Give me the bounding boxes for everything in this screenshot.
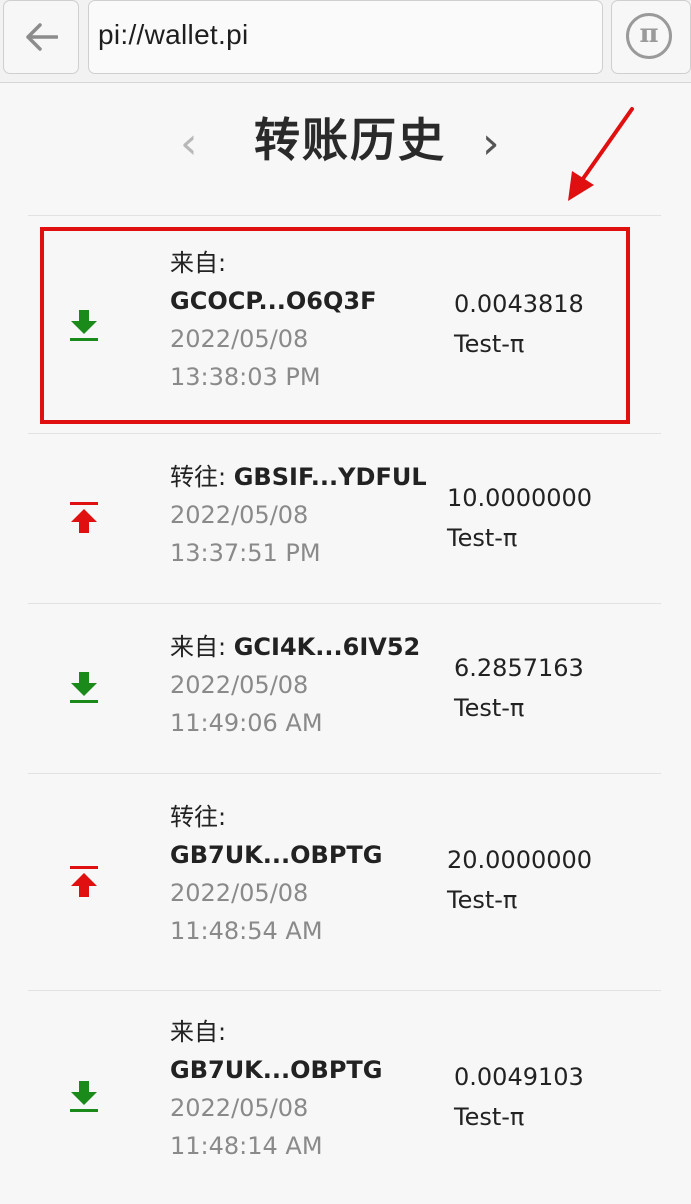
pi-logo-icon: π (626, 13, 672, 59)
prev-page-button[interactable]: ‹ (180, 122, 198, 166)
transaction-row[interactable]: 转往: GB7UK...OBPTG 2022/05/08 11:48:54 AM 20.… (28, 773, 661, 991)
back-arrow-icon (26, 23, 58, 51)
transaction-amount: 20.0000000 Test-π (447, 840, 592, 920)
direction-label: 转往: (170, 803, 227, 831)
url-text: pi://wallet.pi (98, 19, 249, 50)
transaction-row[interactable]: 来自: GCI4K...6IV52 2022/05/08 11:49:06 AM 6.… (28, 603, 661, 774)
direction-label: 来自: (170, 633, 227, 661)
pi-symbol: π (639, 19, 659, 49)
transaction-row[interactable]: 转往: GBSIF...YDFUL 2022/05/08 13:37:51 PM 10… (28, 433, 661, 604)
amount-currency: Test-π (454, 694, 525, 722)
transaction-details: 来自: GB7UK...OBPTG 2022/05/08 11:48:14 AM (170, 1013, 382, 1165)
amount-currency: Test-π (454, 1103, 525, 1131)
wallet-address: GCI4K...6IV52 (233, 633, 421, 661)
back-button[interactable] (3, 0, 79, 74)
download-icon (68, 670, 100, 710)
transaction-date: 2022/05/08 (170, 671, 309, 699)
highlight-box (40, 227, 630, 424)
transaction-date: 2022/05/08 (170, 1094, 309, 1122)
browser-bar: pi://wallet.pi π (0, 0, 691, 83)
amount-currency: Test-π (447, 886, 518, 914)
transaction-amount: 0.0049103 Test-π (454, 1057, 584, 1137)
amount-value: 0.0049103 (454, 1063, 584, 1091)
amount-value: 6.2857163 (454, 654, 584, 682)
address-bar[interactable]: pi://wallet.pi (88, 0, 603, 74)
transaction-time: 13:37:51 PM (170, 539, 321, 567)
wallet-address: GB7UK...OBPTG (170, 1056, 383, 1084)
transaction-details: 转往: GB7UK...OBPTG 2022/05/08 11:48:54 AM (170, 798, 382, 950)
transaction-time: 11:49:06 AM (170, 709, 323, 737)
transaction-amount: 10.0000000 Test-π (447, 478, 592, 558)
annotation-arrow-icon (568, 107, 634, 201)
amount-value: 10.0000000 (447, 484, 593, 512)
download-icon (68, 1079, 100, 1119)
transaction-time: 11:48:54 AM (170, 917, 323, 945)
pi-browser-button[interactable]: π (611, 0, 691, 74)
transaction-row[interactable]: 来自: GB7UK...OBPTG 2022/05/08 11:48:14 AM 0.0… (28, 990, 661, 1204)
transaction-details: 转往: GBSIF...YDFUL 2022/05/08 13:37:51 PM (170, 458, 427, 572)
amount-value: 20.0000000 (447, 846, 593, 874)
transaction-time: 11:48:14 AM (170, 1132, 323, 1160)
upload-icon (68, 864, 100, 904)
upload-icon (68, 500, 100, 540)
transaction-date: 2022/05/08 (170, 501, 309, 529)
direction-label: 来自: (170, 1018, 227, 1046)
wallet-address: GBSIF...YDFUL (233, 463, 427, 491)
page-title: 转账历史 (254, 113, 446, 167)
direction-label: 转往: (170, 463, 227, 491)
wallet-address: GB7UK...OBPTG (170, 841, 383, 869)
transaction-details: 来自: GCI4K...6IV52 2022/05/08 11:49:06 AM (170, 628, 420, 742)
amount-currency: Test-π (447, 524, 518, 552)
next-page-button[interactable]: › (482, 122, 500, 166)
transaction-amount: 6.2857163 Test-π (454, 648, 584, 728)
transaction-date: 2022/05/08 (170, 879, 309, 907)
